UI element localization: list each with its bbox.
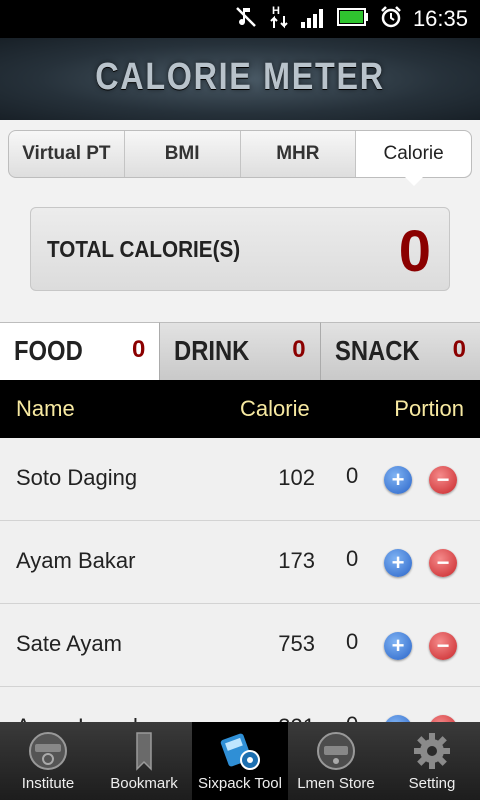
add-portion-icon[interactable]: + bbox=[384, 466, 412, 494]
nav-label: Sixpack Tool bbox=[198, 775, 282, 792]
store-badge-icon bbox=[314, 730, 358, 772]
category-snack[interactable]: SNACK 0 bbox=[320, 322, 480, 380]
category-tabs: FOOD 0 DRINK 0 SNACK 0 bbox=[0, 322, 480, 380]
tab-virtual-pt[interactable]: Virtual PT bbox=[9, 131, 125, 177]
list-item: Ayam Bakar 173 0 + − bbox=[0, 521, 480, 604]
remove-portion-icon[interactable]: − bbox=[429, 549, 457, 577]
remove-portion-icon[interactable]: − bbox=[429, 715, 457, 722]
tool-tabs: Virtual PT BMI MHR Calorie bbox=[8, 130, 472, 186]
category-count: 0 bbox=[131, 336, 146, 363]
item-name: Soto Daging bbox=[16, 465, 138, 490]
tools-icon bbox=[218, 730, 262, 772]
nav-label: Institute bbox=[21, 775, 75, 792]
category-count: 0 bbox=[452, 336, 466, 363]
list-item: Sate Ayam 753 0 + − bbox=[0, 604, 480, 687]
item-portion: 0 bbox=[346, 629, 359, 654]
total-calorie-value: 0 bbox=[398, 219, 431, 284]
bottom-nav: Institute Bookmark Sixpack Tool Lmen Sto… bbox=[0, 722, 480, 800]
item-name: Ayam Lemak bbox=[16, 714, 144, 722]
add-portion-icon[interactable]: + bbox=[384, 715, 412, 722]
tab-mhr[interactable]: MHR bbox=[241, 131, 357, 177]
list-item: Soto Daging 102 0 + − bbox=[0, 438, 480, 521]
app-title: CALORIE METER bbox=[95, 56, 385, 98]
remove-portion-icon[interactable]: − bbox=[429, 632, 457, 660]
category-label: DRINK bbox=[174, 335, 250, 366]
app-header: CALORIE METER bbox=[0, 38, 480, 120]
add-portion-icon[interactable]: + bbox=[384, 549, 412, 577]
column-portion: Portion bbox=[394, 396, 464, 421]
item-portion: 0 bbox=[346, 712, 358, 722]
total-calorie-box: TOTAL CALORIE(S) 0 bbox=[30, 207, 450, 291]
gear-icon bbox=[410, 730, 454, 772]
tab-calorie[interactable]: Calorie bbox=[356, 131, 471, 186]
nav-setting[interactable]: Setting bbox=[384, 722, 480, 800]
nav-lmen-store[interactable]: Lmen Store bbox=[288, 722, 384, 800]
nav-label: Setting bbox=[408, 775, 456, 792]
category-drink[interactable]: DRINK 0 bbox=[160, 322, 321, 380]
list-item: Ayam Lemak 321 0 + − bbox=[0, 687, 480, 722]
item-calorie: 753 bbox=[278, 631, 315, 656]
nav-institute[interactable]: Institute bbox=[0, 722, 96, 800]
column-calorie: Calorie bbox=[240, 396, 310, 421]
item-calorie: 102 bbox=[278, 465, 315, 490]
category-count: 0 bbox=[292, 336, 306, 363]
nav-bookmark[interactable]: Bookmark bbox=[96, 722, 192, 800]
nav-label: Bookmark bbox=[110, 775, 178, 792]
column-name: Name bbox=[16, 396, 75, 421]
battery-icon bbox=[336, 7, 369, 31]
item-portion: 0 bbox=[346, 546, 359, 571]
food-list[interactable]: Soto Daging 102 0 + − Ayam Bakar 173 0 +… bbox=[0, 438, 480, 722]
category-label: FOOD bbox=[14, 335, 83, 366]
item-calorie: 321 bbox=[278, 714, 315, 722]
item-name: Sate Ayam bbox=[16, 631, 122, 656]
lmen-badge-icon bbox=[26, 730, 70, 772]
signal-icon bbox=[300, 6, 327, 33]
category-food[interactable]: FOOD 0 bbox=[0, 322, 161, 380]
category-label: SNACK bbox=[334, 335, 420, 366]
status-time: 16:35 bbox=[412, 6, 468, 31]
remove-portion-icon[interactable]: − bbox=[429, 466, 457, 494]
total-calorie-label: TOTAL CALORIE(S) bbox=[47, 236, 241, 262]
data-transfer-icon: H bbox=[269, 4, 291, 35]
item-name: Ayam Bakar bbox=[16, 548, 136, 573]
alarm-icon bbox=[379, 5, 403, 34]
add-portion-icon[interactable]: + bbox=[384, 632, 412, 660]
tab-bmi[interactable]: BMI bbox=[125, 131, 241, 177]
list-column-header: Name Calorie Portion bbox=[0, 380, 480, 438]
nav-sixpack-tool[interactable]: Sixpack Tool bbox=[192, 722, 288, 800]
nav-label: Lmen Store bbox=[297, 775, 375, 792]
status-bar: H 16:35 bbox=[0, 0, 480, 38]
bookmark-icon bbox=[122, 730, 166, 772]
music-off-icon bbox=[235, 5, 259, 34]
svg-text:H: H bbox=[272, 5, 280, 17]
item-calorie: 173 bbox=[278, 548, 315, 573]
item-portion: 0 bbox=[346, 463, 359, 488]
